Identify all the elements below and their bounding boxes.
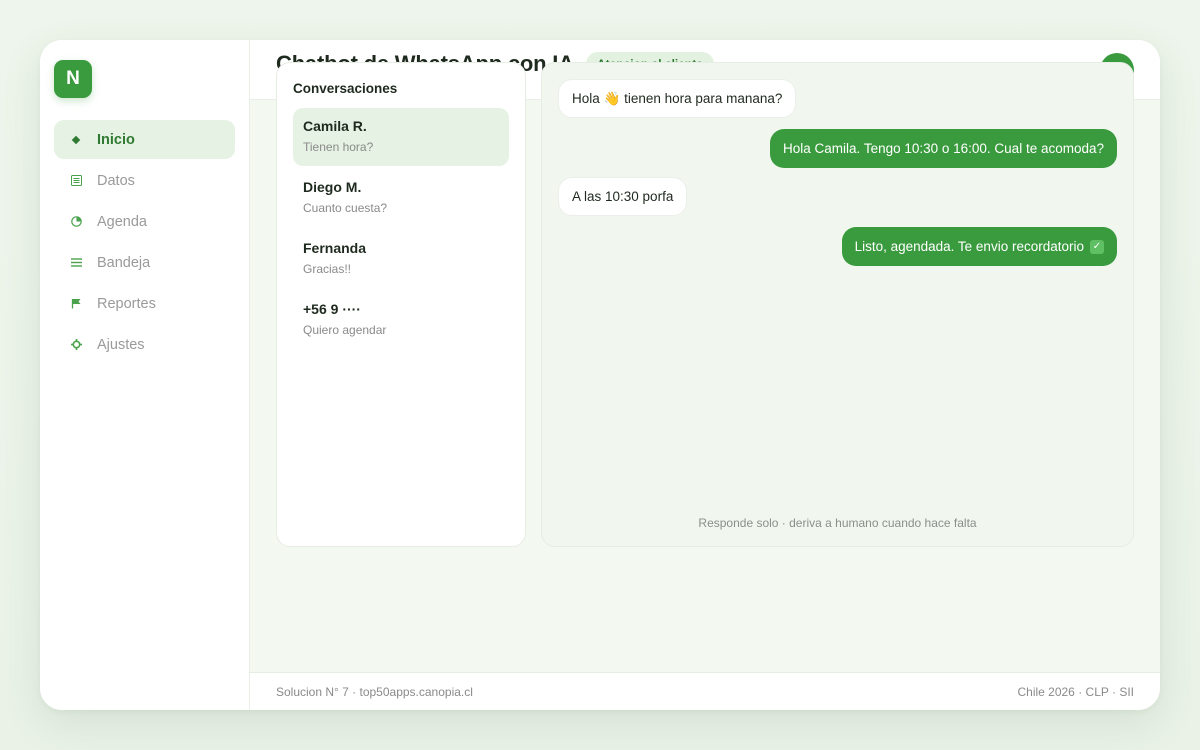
- message-incoming: Hola 👋 tienen hora para manana?: [558, 79, 797, 118]
- chat-footer-note: Responde solo · deriva a humano cuando h…: [698, 516, 977, 530]
- conversation-name: Diego M.: [303, 179, 362, 195]
- diamond-icon: [70, 135, 82, 145]
- flag-icon: [70, 298, 82, 309]
- conversation-item-fernanda[interactable]: Fernanda Gracias!!: [293, 230, 509, 288]
- sidebar-item-label: Ajustes: [97, 336, 145, 353]
- app-window: N Inicio Datos Agenda Bandeja Reportes A…: [40, 40, 1160, 710]
- sidebar-item-inicio[interactable]: Inicio: [54, 120, 235, 159]
- check-icon: ✓: [1090, 239, 1104, 254]
- sidebar-item-label: Agenda: [97, 213, 147, 230]
- sidebar-item-agenda[interactable]: Agenda: [54, 202, 235, 241]
- gear-icon: [70, 339, 82, 350]
- conversation-name: Camila R.: [303, 118, 367, 134]
- sidebar: N Inicio Datos Agenda Bandeja Reportes A…: [40, 40, 250, 710]
- clock-icon: [70, 216, 82, 227]
- conversations-panel: Conversaciones Camila R. Tienen hora? Di…: [276, 62, 526, 547]
- sidebar-item-bandeja[interactable]: Bandeja: [54, 243, 235, 282]
- sidebar-item-label: Bandeja: [97, 254, 151, 271]
- message-outgoing: Listo, agendada. Te envio recordatorio ✓: [841, 227, 1117, 266]
- footer-left-text: Solucion N° 7 · top50apps.canopia.cl: [276, 684, 473, 699]
- message-incoming: A las 10:30 porfa: [558, 177, 688, 216]
- footer-right-text: Chile 2026 · CLP · SII: [1017, 684, 1134, 699]
- conversation-item-camila[interactable]: Camila R. Tienen hora?: [293, 108, 509, 166]
- app-logo[interactable]: N: [54, 60, 92, 98]
- message-outgoing: Hola Camila. Tengo 10:30 o 16:00. Cual t…: [770, 129, 1117, 168]
- main-area: Chatbot de WhatsApp con IA Atencion al c…: [250, 40, 1160, 710]
- conversation-item-unknown-number[interactable]: +56 9 ···· Quiero agendar: [293, 291, 509, 349]
- sidebar-item-ajustes[interactable]: Ajustes: [54, 325, 235, 364]
- chat-panel: Hola 👋 tienen hora para manana? Hola Cam…: [541, 62, 1134, 547]
- conversation-item-diego[interactable]: Diego M. Cuanto cuesta?: [293, 169, 509, 227]
- sidebar-item-label: Reportes: [97, 295, 156, 312]
- conversation-preview: Gracias!!: [303, 262, 352, 276]
- conversation-preview: Tienen hora?: [303, 140, 374, 154]
- conversation-name: +56 9 ····: [303, 301, 361, 317]
- sidebar-item-label: Datos: [97, 172, 135, 189]
- conversations-heading: Conversaciones: [293, 81, 398, 96]
- page-footer: Solucion N° 7 · top50apps.canopia.cl Chi…: [250, 672, 1160, 710]
- conversation-preview: Quiero agendar: [303, 323, 387, 337]
- conversation-name: Fernanda: [303, 240, 367, 256]
- conversation-preview: Cuanto cuesta?: [303, 201, 388, 215]
- sidebar-item-reportes[interactable]: Reportes: [54, 284, 235, 323]
- list-icon: [70, 257, 82, 268]
- message-text: Listo, agendada. Te envio recordatorio: [854, 239, 1084, 254]
- sidebar-item-label: Inicio: [97, 131, 135, 148]
- sidebar-item-datos[interactable]: Datos: [54, 161, 235, 200]
- table-icon: [70, 175, 82, 186]
